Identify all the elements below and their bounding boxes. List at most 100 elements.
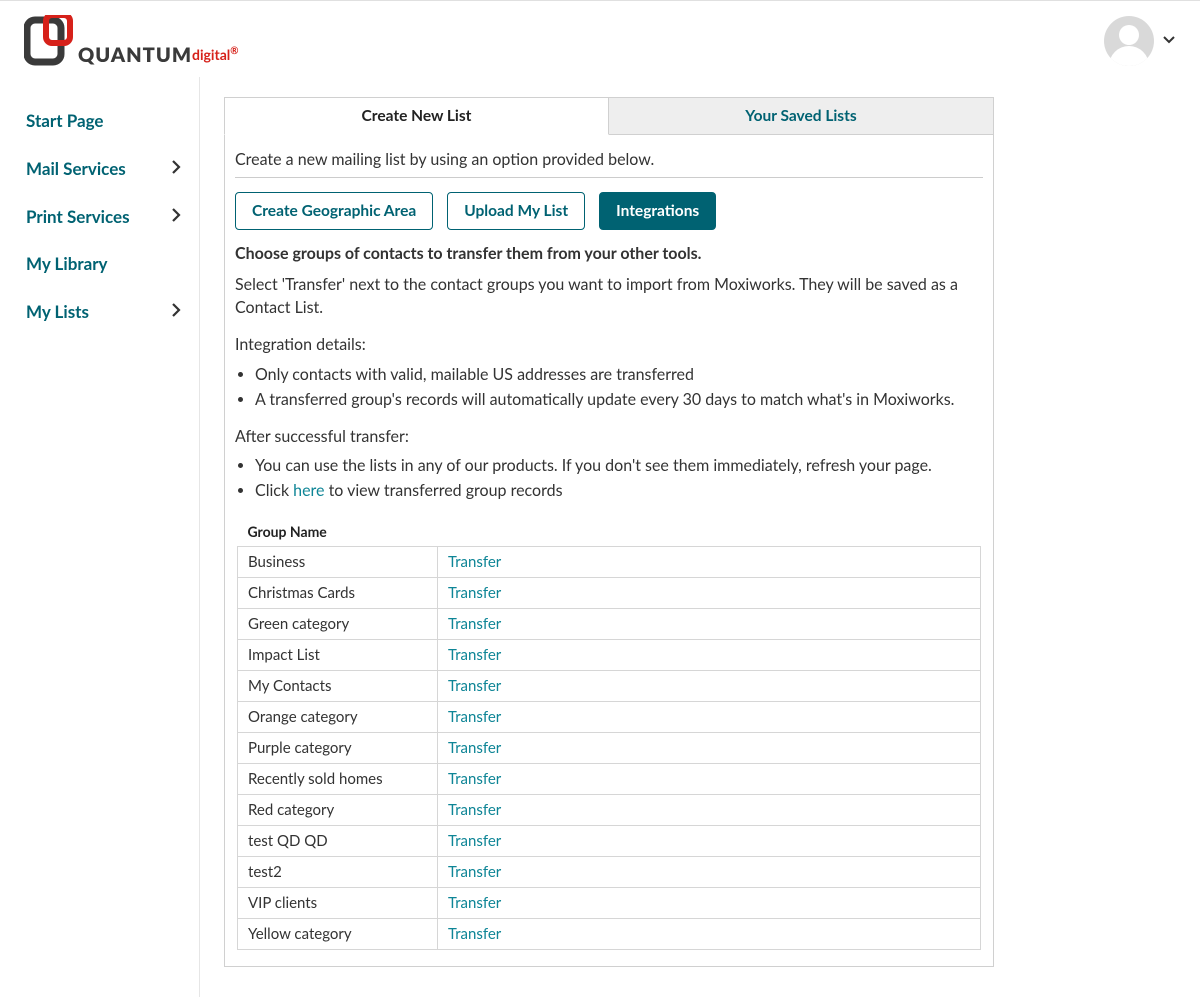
top-header: QUANTUM digital ® — [0, 1, 1200, 77]
panel-intro: Create a new mailing list by using an op… — [235, 150, 983, 178]
group-name-cell: test QD QD — [238, 825, 438, 856]
transfer-cell: Transfer — [438, 608, 981, 639]
account-menu[interactable] — [1104, 16, 1176, 66]
list-item: Only contacts with valid, mailable US ad… — [255, 363, 983, 386]
transfer-cell: Transfer — [438, 918, 981, 949]
transfer-cell: Transfer — [438, 546, 981, 577]
group-name-cell: Green category — [238, 608, 438, 639]
view-transferred-link[interactable]: here — [293, 481, 324, 500]
transfer-cell: Transfer — [438, 670, 981, 701]
group-name-cell: Red category — [238, 794, 438, 825]
transfer-cell: Transfer — [438, 639, 981, 670]
transfer-link[interactable]: Transfer — [448, 739, 501, 757]
create-list-panel: Create a new mailing list by using an op… — [224, 134, 994, 967]
transfer-cell: Transfer — [438, 577, 981, 608]
sidebar-nav: Start Page Mail Services Print Services My … — [0, 77, 200, 997]
integrations-heading: Choose groups of contacts to transfer th… — [235, 244, 983, 263]
sidebar-item-label: My Lists — [26, 301, 89, 322]
group-name-cell: Recently sold homes — [238, 763, 438, 794]
sidebar-item-label: Mail Services — [26, 158, 126, 179]
table-row: Yellow category Transfer — [238, 918, 981, 949]
integrations-desc: Select 'Transfer' next to the contact gr… — [235, 273, 983, 319]
transfer-link[interactable]: Transfer — [448, 708, 501, 726]
transfer-link[interactable]: Transfer — [448, 677, 501, 695]
transfer-cell: Transfer — [438, 701, 981, 732]
group-name-cell: Yellow category — [238, 918, 438, 949]
sidebar-item-my-lists[interactable]: My Lists — [0, 287, 199, 335]
brand-logo[interactable]: QUANTUM digital ® — [24, 15, 239, 67]
table-row: test2 Transfer — [238, 856, 981, 887]
group-name-cell: Impact List — [238, 639, 438, 670]
transfer-link[interactable]: Transfer — [448, 584, 501, 602]
group-name-cell: Purple category — [238, 732, 438, 763]
table-row: Green category Transfer — [238, 608, 981, 639]
sidebar-item-mail-services[interactable]: Mail Services — [0, 144, 199, 192]
transfer-cell: Transfer — [438, 794, 981, 825]
transfer-link[interactable]: Transfer — [448, 925, 501, 943]
transfer-link[interactable]: Transfer — [448, 770, 501, 788]
integration-details-label: Integration details: — [235, 333, 983, 356]
table-row: VIP clients Transfer — [238, 887, 981, 918]
sidebar-item-start-page[interactable]: Start Page — [0, 97, 199, 144]
tab-your-saved-lists[interactable]: Your Saved Lists — [609, 97, 994, 135]
table-row: My Contacts Transfer — [238, 670, 981, 701]
group-name-cell: Christmas Cards — [238, 577, 438, 608]
sidebar-item-label: My Library — [26, 253, 108, 274]
top-tabs: Create New List Your Saved Lists — [224, 97, 994, 135]
transfer-cell: Transfer — [438, 732, 981, 763]
text: Click — [255, 481, 293, 500]
after-transfer-list: You can use the lists in any of our prod… — [235, 454, 983, 502]
chevron-right-icon — [171, 205, 181, 227]
main-content: Create New List Your Saved Lists Create … — [200, 77, 1200, 997]
integration-details-list: Only contacts with valid, mailable US ad… — [235, 363, 983, 411]
group-name-cell: Business — [238, 546, 438, 577]
logo-mark-icon — [24, 15, 74, 67]
transfer-link[interactable]: Transfer — [448, 863, 501, 881]
group-name-cell: My Contacts — [238, 670, 438, 701]
table-row: test QD QD Transfer — [238, 825, 981, 856]
transfer-link[interactable]: Transfer — [448, 801, 501, 819]
transfer-cell: Transfer — [438, 887, 981, 918]
transfer-link[interactable]: Transfer — [448, 553, 501, 571]
sidebar-item-print-services[interactable]: Print Services — [0, 192, 199, 240]
subtab-create-geographic-area[interactable]: Create Geographic Area — [235, 192, 433, 230]
after-transfer-label: After successful transfer: — [235, 425, 983, 448]
subtab-integrations[interactable]: Integrations — [599, 192, 716, 230]
brand-name: QUANTUM — [78, 43, 192, 67]
sidebar-item-label: Start Page — [26, 110, 104, 131]
transfer-cell: Transfer — [438, 825, 981, 856]
table-row: Red category Transfer — [238, 794, 981, 825]
table-row: Christmas Cards Transfer — [238, 577, 981, 608]
brand-reg: ® — [230, 45, 238, 57]
transfer-link[interactable]: Transfer — [448, 894, 501, 912]
sidebar-item-my-library[interactable]: My Library — [0, 240, 199, 287]
group-name-cell: VIP clients — [238, 887, 438, 918]
tab-create-new-list[interactable]: Create New List — [224, 97, 609, 135]
list-item: A transferred group's records will autom… — [255, 388, 983, 411]
table-row: Business Transfer — [238, 546, 981, 577]
transfer-link[interactable]: Transfer — [448, 615, 501, 633]
table-row: Purple category Transfer — [238, 732, 981, 763]
text: to view transferred group records — [325, 481, 563, 500]
table-row: Impact List Transfer — [238, 639, 981, 670]
table-header-group-name: Group Name — [238, 517, 981, 547]
transfer-cell: Transfer — [438, 763, 981, 794]
groups-table: Group Name BusinessTransferChristmas Car… — [237, 517, 981, 950]
list-item: Click here to view transferred group rec… — [255, 479, 983, 502]
chevron-right-icon — [171, 157, 181, 179]
list-mode-tabs: Create Geographic Area Upload My List In… — [235, 192, 983, 230]
group-name-cell: Orange category — [238, 701, 438, 732]
table-row: Orange category Transfer — [238, 701, 981, 732]
chevron-down-icon — [1162, 33, 1176, 50]
brand-suffix: digital — [192, 46, 230, 63]
transfer-link[interactable]: Transfer — [448, 646, 501, 664]
group-name-cell: test2 — [238, 856, 438, 887]
transfer-link[interactable]: Transfer — [448, 832, 501, 850]
chevron-right-icon — [171, 300, 181, 322]
table-row: Recently sold homes Transfer — [238, 763, 981, 794]
transfer-cell: Transfer — [438, 856, 981, 887]
subtab-upload-my-list[interactable]: Upload My List — [447, 192, 585, 230]
avatar — [1104, 16, 1154, 66]
sidebar-item-label: Print Services — [26, 206, 130, 227]
list-item: You can use the lists in any of our prod… — [255, 454, 983, 477]
